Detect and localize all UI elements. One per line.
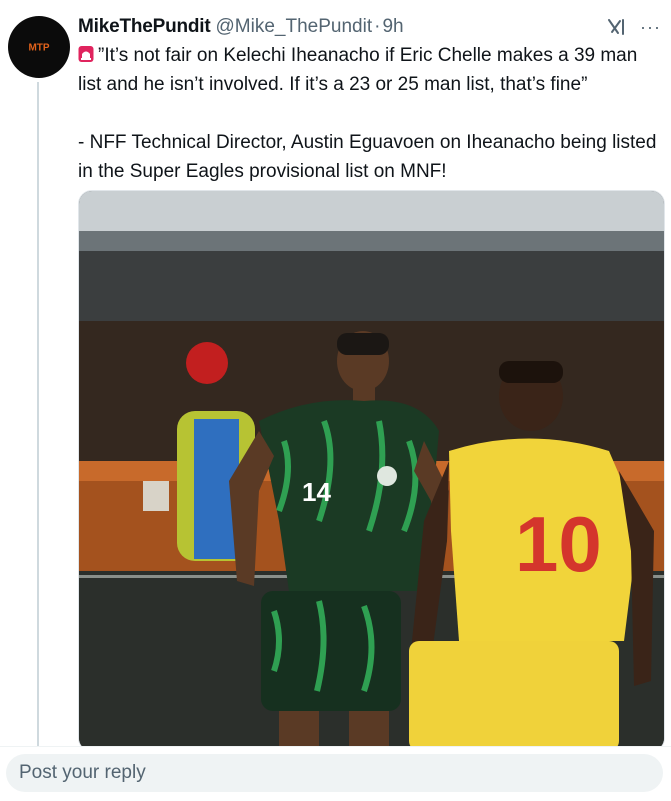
quote-text: ”It’s not fair on Kelechi Iheanacho if E… xyxy=(78,45,638,95)
svg-text:MTP: MTP xyxy=(28,43,49,54)
tweet-paragraph-1: ”It’s not fair on Kelechi Iheanacho if E… xyxy=(78,41,663,99)
post-time[interactable]: 9h xyxy=(382,16,403,38)
jersey-number-14: 14 xyxy=(302,477,331,507)
football-photo: 14 10 xyxy=(79,191,664,751)
author-name[interactable]: MikeThePundit xyxy=(78,16,211,38)
reply-bar xyxy=(0,746,671,801)
separator-dot: · xyxy=(374,16,381,37)
reply-input[interactable] xyxy=(6,754,663,792)
avatar[interactable]: MTP xyxy=(8,16,70,78)
tweet-paragraph-2: - NFF Technical Director, Austin Eguavoe… xyxy=(78,132,657,182)
grok-icon[interactable] xyxy=(606,17,628,37)
tweet-photo[interactable]: 14 10 xyxy=(78,190,665,752)
thread-line xyxy=(37,82,39,747)
jersey-number-10: 10 xyxy=(515,500,602,588)
siren-icon xyxy=(78,46,94,62)
header-actions: ··· xyxy=(606,17,661,37)
mtp-logo: MTP xyxy=(22,42,56,54)
tweet-text: ”It’s not fair on Kelechi Iheanacho if E… xyxy=(78,41,663,186)
author-handle[interactable]: @Mike_ThePundit xyxy=(216,16,373,38)
more-icon[interactable]: ··· xyxy=(640,18,661,36)
tweet-header: MikeThePundit @Mike_ThePundit · 9h ··· xyxy=(78,14,661,40)
